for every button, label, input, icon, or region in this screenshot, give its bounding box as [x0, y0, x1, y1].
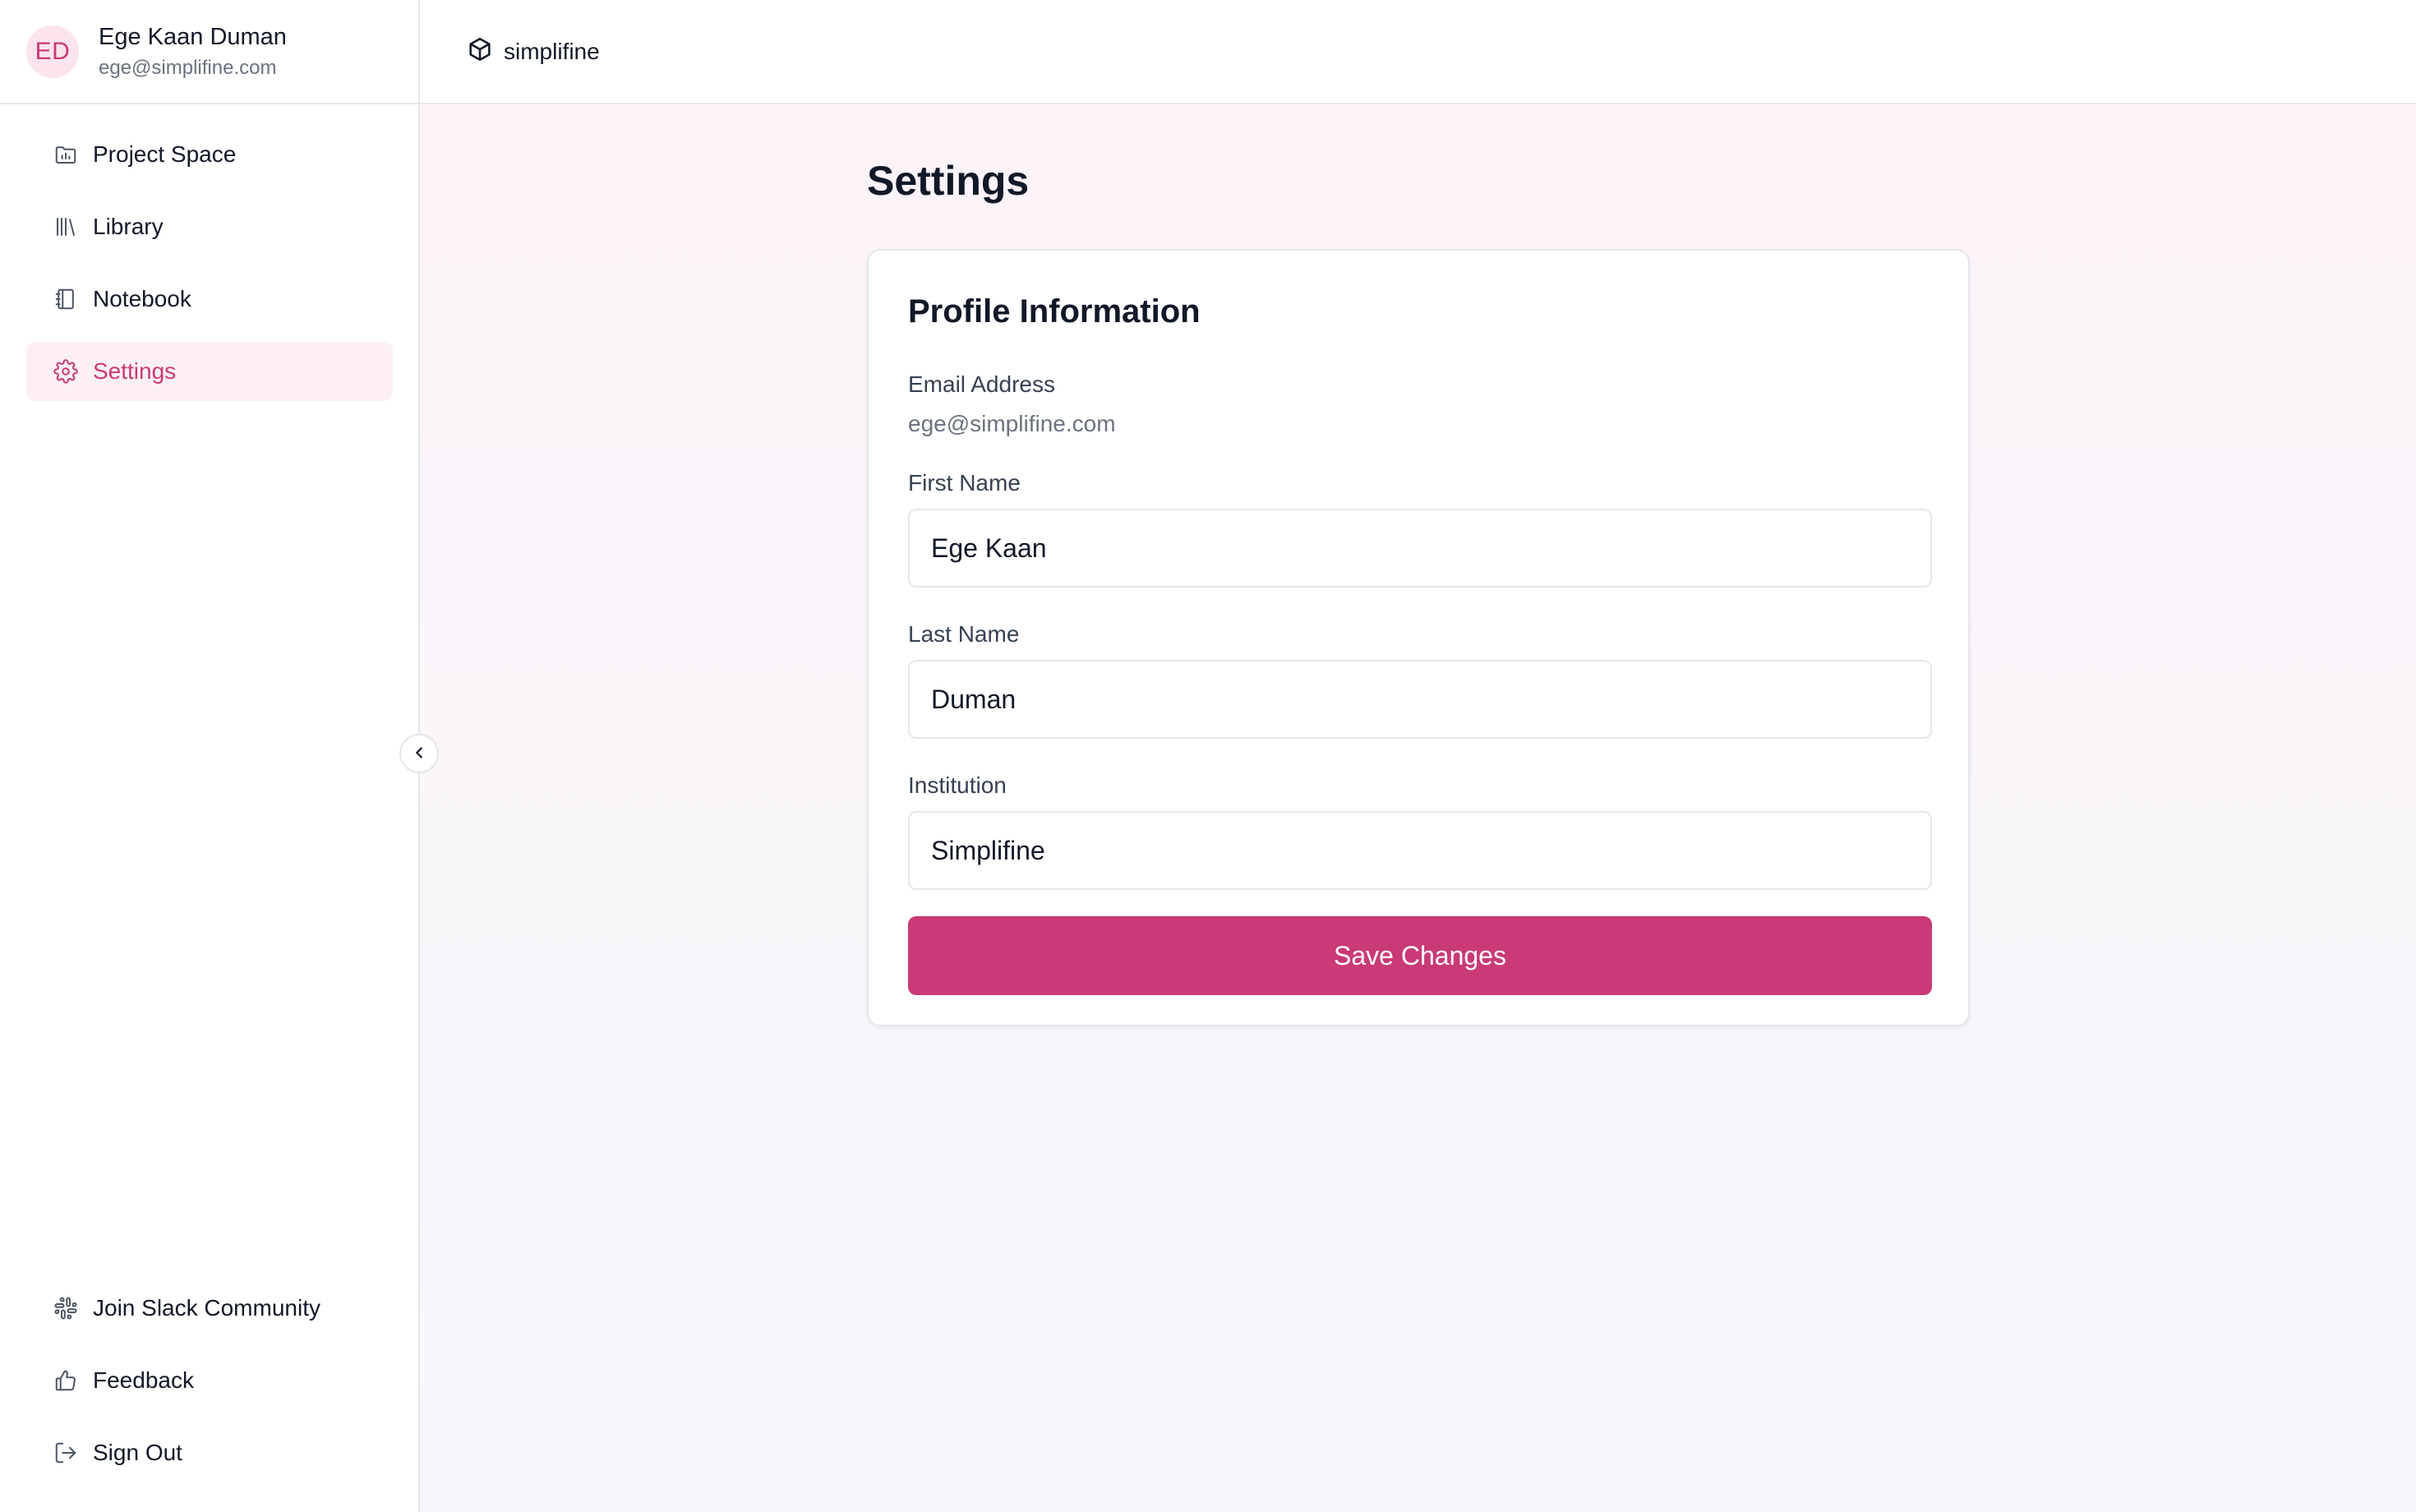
sidebar-item-label: Project Space [93, 141, 237, 167]
page-title: Settings [867, 158, 1030, 204]
card-title: Profile Information [908, 293, 1201, 330]
sidebar-item-label: Settings [93, 358, 177, 384]
sidebar-item-library[interactable]: Library [26, 197, 393, 256]
sidebar-item-project-space[interactable]: Project Space [26, 125, 393, 184]
library-icon [53, 214, 79, 240]
sidebar-item-settings[interactable]: Settings [26, 342, 393, 401]
sidebar-item-label: Notebook [93, 286, 191, 311]
gear-icon [53, 358, 79, 385]
sidebar-item-slack[interactable]: Join Slack Community [26, 1279, 393, 1338]
chevron-left-icon [410, 744, 428, 764]
slack-icon [53, 1295, 79, 1321]
notebook-icon [53, 286, 79, 312]
brand-name: simplifine [504, 38, 600, 64]
sidebar-item-feedback[interactable]: Feedback [26, 1351, 393, 1410]
institution-field[interactable] [908, 811, 1932, 890]
sidebar-item-sign-out[interactable]: Sign Out [26, 1423, 393, 1482]
last-name-label: Last Name [908, 621, 1020, 647]
email-value: ege@simplifine.com [908, 411, 1116, 436]
user-name: Ege Kaan Duman [99, 23, 287, 50]
avatar: ED [26, 25, 79, 78]
user-email: ege@simplifine.com [99, 56, 277, 79]
sidebar: ED Ege Kaan Duman ege@simplifine.com Pro… [0, 0, 420, 1512]
profile-card: Profile Information Email Address ege@si… [867, 249, 1970, 1026]
email-label: Email Address [908, 371, 1055, 397]
user-meta: Ege Kaan Duman ege@simplifine.com [99, 23, 287, 81]
last-name-field[interactable] [908, 660, 1932, 739]
folder-chart-icon [53, 141, 79, 168]
sidebar-item-label: Feedback [93, 1367, 194, 1393]
sidebar-bottom-nav: Join Slack Community Feedback Sign Out [26, 1279, 393, 1496]
app-root: ED Ege Kaan Duman ege@simplifine.com Pro… [0, 0, 2416, 1512]
sidebar-item-label: Join Slack Community [93, 1295, 320, 1321]
user-profile-header[interactable]: ED Ege Kaan Duman ege@simplifine.com [0, 0, 418, 104]
sidebar-item-label: Sign Out [93, 1440, 182, 1465]
sidebar-nav: Project Space Library Notebook Settings [26, 125, 393, 414]
top-bar: simplifine [420, 0, 2416, 104]
brand[interactable]: simplifine [466, 35, 600, 67]
sidebar-item-label: Library [93, 214, 164, 239]
institution-label: Institution [908, 772, 1007, 798]
save-changes-button[interactable]: Save Changes [908, 916, 1932, 995]
thumbs-up-icon [53, 1367, 79, 1394]
collapse-sidebar-button[interactable] [399, 734, 439, 773]
cube-logo-icon [466, 35, 494, 67]
first-name-label: First Name [908, 470, 1021, 496]
first-name-field[interactable] [908, 509, 1932, 588]
sidebar-item-notebook[interactable]: Notebook [26, 270, 393, 329]
sign-out-icon [53, 1440, 79, 1466]
main-content: Settings Profile Information Email Addre… [420, 104, 2416, 1512]
